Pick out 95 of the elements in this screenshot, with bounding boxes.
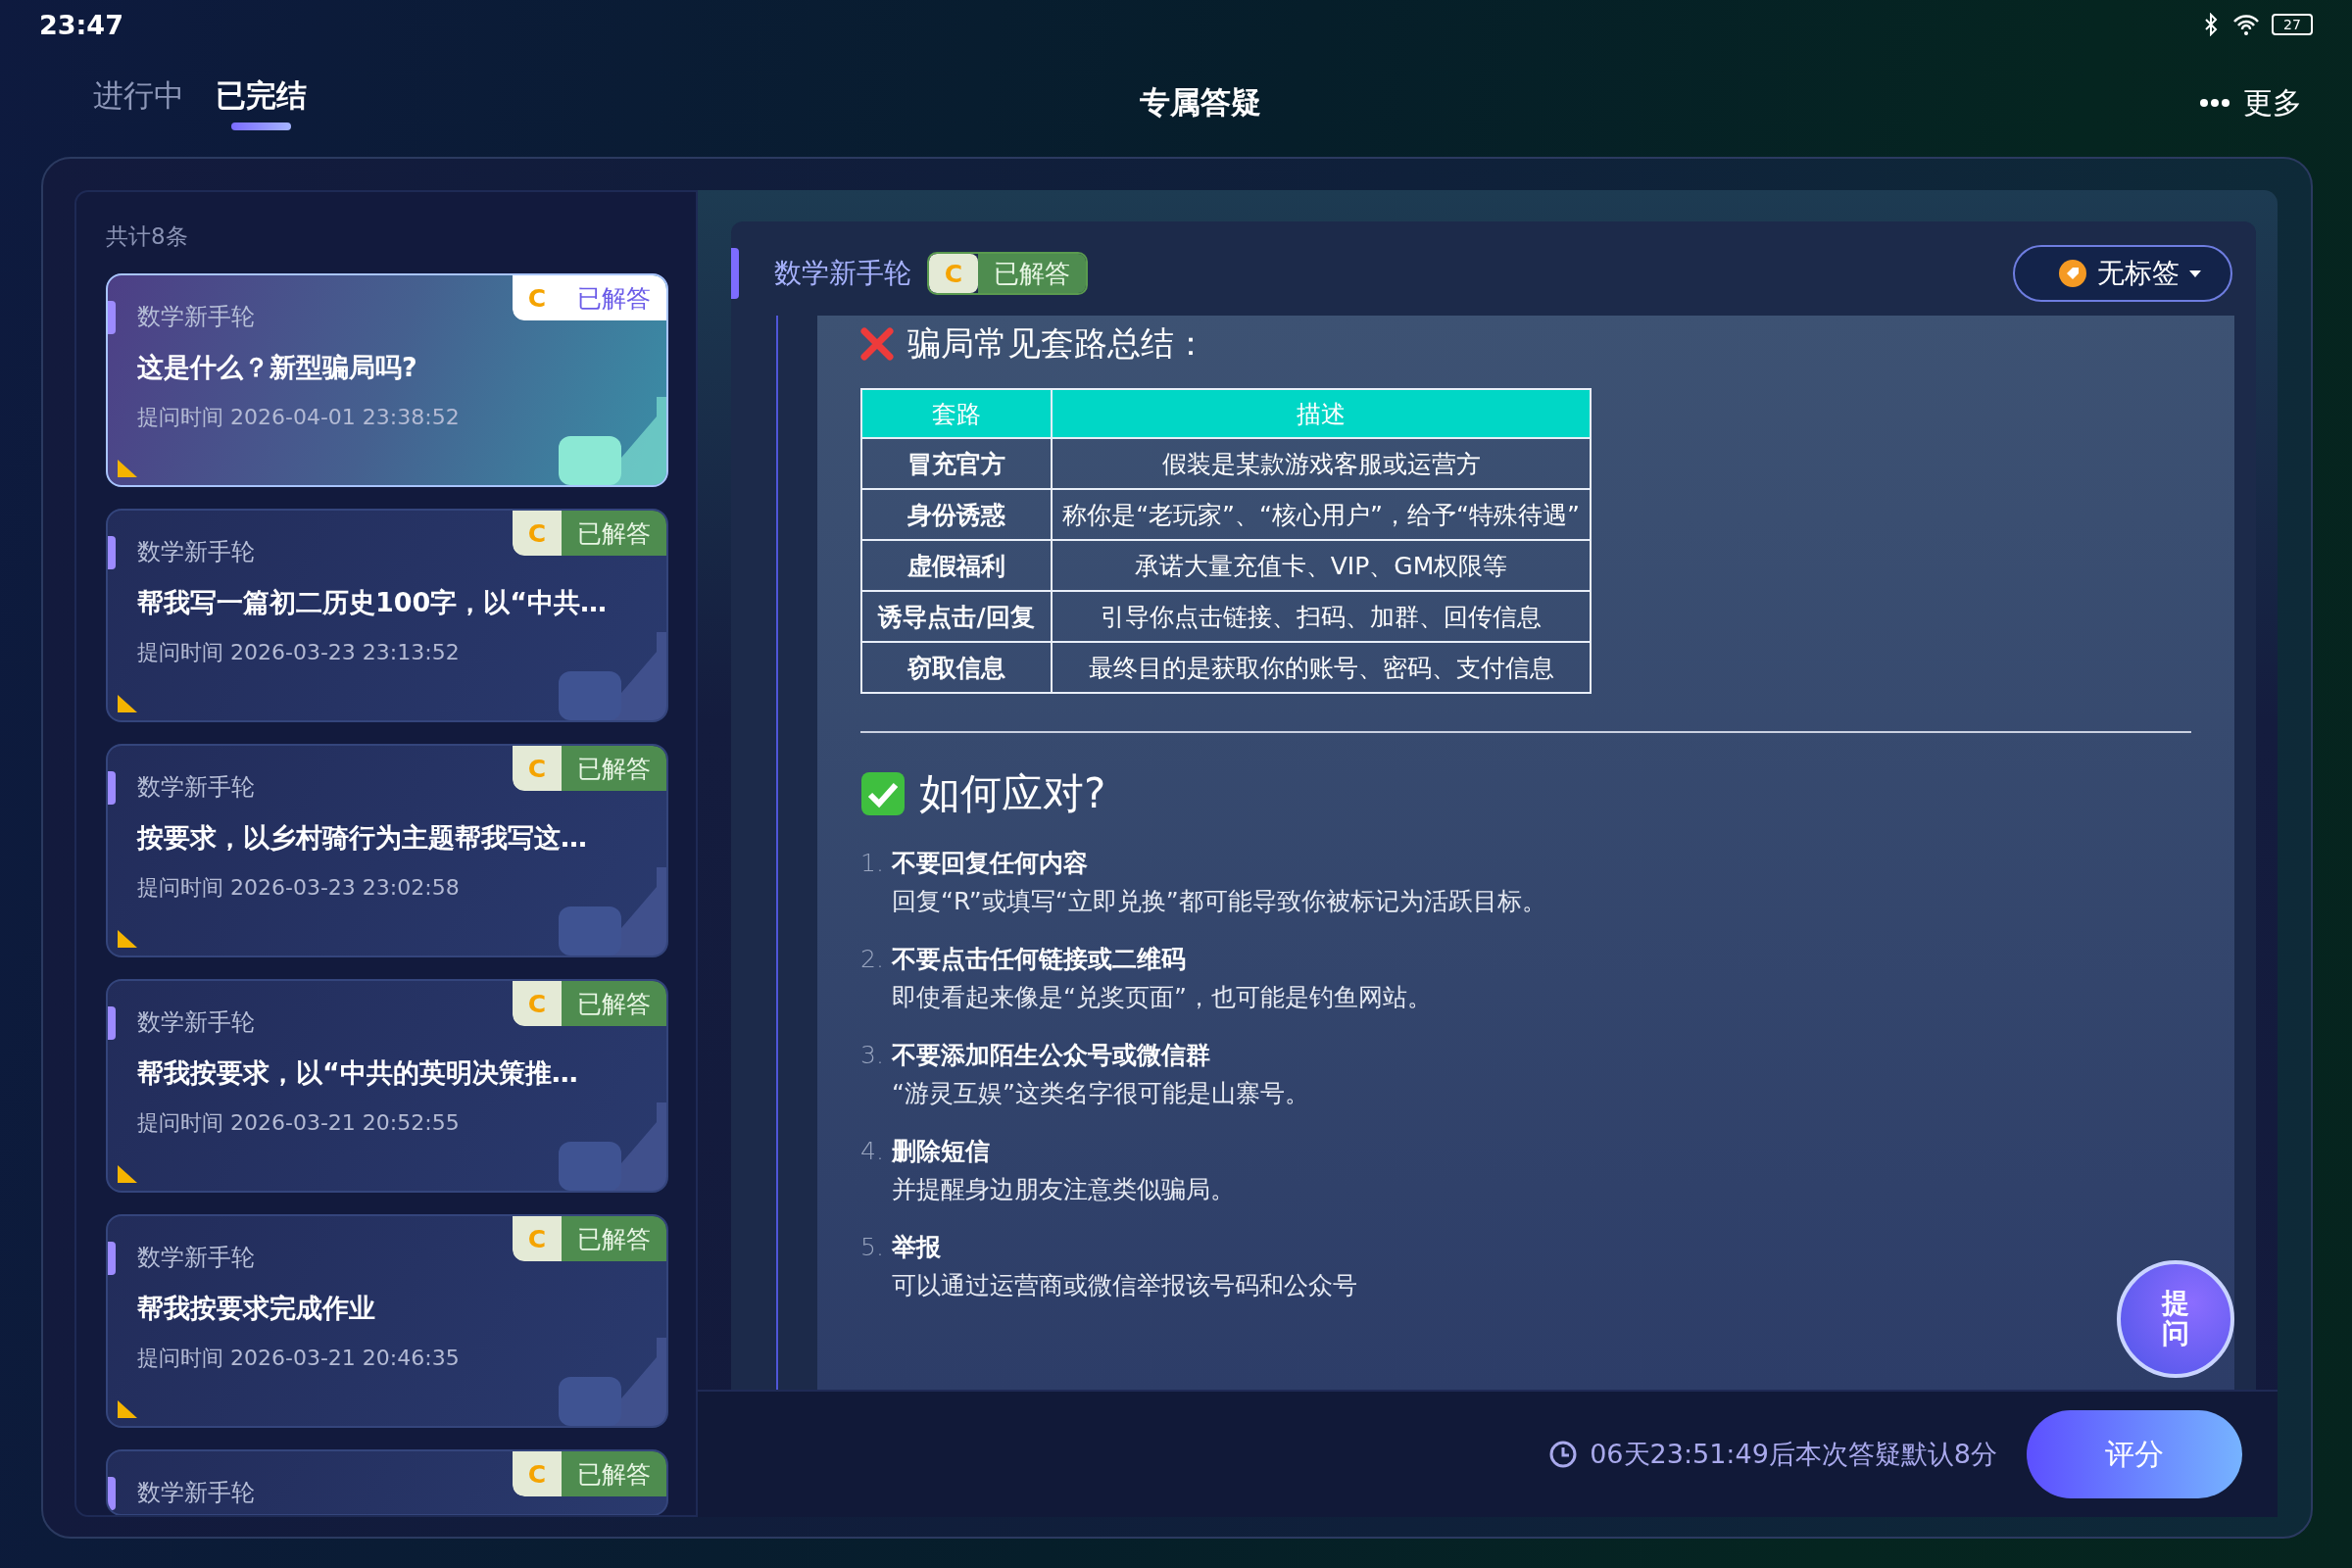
question-title: 这是什么？新型骗局吗?: [137, 351, 418, 384]
countdown-text: 06天23:51:49后本次答疑默认8分: [1590, 1438, 1997, 1471]
question-time: 提问时间 2026-03-23 23:02:58: [137, 874, 461, 902]
more-button[interactable]: 更多: [2194, 81, 2308, 124]
accent-bar: [108, 771, 116, 805]
battery-icon: 27: [2272, 14, 2313, 35]
table-cell: 窃取信息: [861, 642, 1052, 693]
grade-badge: C: [513, 1216, 562, 1261]
status-time: 23:47: [39, 9, 123, 40]
question-time: 提问时间 2026-04-01 23:38:52: [137, 404, 461, 431]
category-label: 数学新手轮: [774, 256, 911, 291]
step-title: 举报: [892, 1232, 941, 1263]
question-time: 提问时间 2026-03-21 20:46:35: [137, 1345, 461, 1372]
step-title: 不要添加陌生公众号或微信群: [892, 1040, 1210, 1071]
accent-bar: [108, 1006, 116, 1040]
category-label: 数学新手轮: [137, 537, 256, 567]
accent-bar: [731, 248, 739, 299]
corner-icon: [118, 460, 137, 477]
question-time: 提问时间 2026-03-23 23:13:52: [137, 639, 461, 666]
corner-icon: [118, 930, 137, 948]
question-title: 按要求，以乡村骑行为主题帮我写这…: [137, 821, 588, 855]
table-cell: 引导你点击链接、扫码、加群、回传信息: [1052, 591, 1591, 642]
table-cell: 称你是“老玩家”、“核心用户”，给予“特殊待遇”: [1052, 489, 1591, 540]
grade-badge: C: [513, 275, 562, 320]
page-title: 专属答疑: [1140, 83, 1261, 122]
more-icon: [2200, 98, 2230, 108]
question-time: 提问时间 2026-03-21 20:52:55: [137, 1109, 461, 1137]
table-cell: 假装是某款游戏客服或运营方: [1052, 438, 1591, 489]
table-cell: 虚假福利: [861, 540, 1052, 591]
question-card[interactable]: 数学新手轮 按要求，以乡村骑行为主题帮我写这… 提问时间 2026-03-23 23:02:58 C 已解答: [106, 744, 668, 957]
corner-icon: [118, 1400, 137, 1418]
category-label: 数学新手轮: [137, 302, 256, 332]
accent-bar: [108, 301, 116, 334]
tag-dropdown[interactable]: 无标签: [2013, 245, 2232, 302]
step-number: 3.: [860, 1041, 880, 1069]
status-badge: 已解答: [562, 1451, 666, 1496]
question-card[interactable]: 数学新手轮 这是什么？新型骗局吗? 提问时间 2026-04-01 23:38:52 C 已解答: [106, 273, 668, 487]
step-text: 即使看起来像是“兑奖页面”，也可能是钓鱼网站。: [891, 982, 1433, 1013]
grade-badge: C: [513, 511, 562, 556]
status-badge: 已解答: [978, 254, 1086, 293]
grade-badge: C: [513, 1451, 562, 1496]
question-title: 帮我写一篇初二历史100字，以“中共…: [137, 586, 609, 619]
question-card[interactable]: 数学新手轮 C 已解答: [106, 1449, 668, 1515]
category-label: 数学新手轮: [137, 772, 256, 803]
cross-icon: [860, 327, 894, 361]
status-badge: 已解答: [562, 746, 666, 791]
step-number: 1.: [860, 849, 880, 877]
accent-bar: [108, 1242, 116, 1275]
category-label: 数学新手轮: [137, 1007, 256, 1038]
tab[interactable]: 已完结: [216, 75, 307, 130]
accent-bar: [108, 536, 116, 569]
question-card[interactable]: 数学新手轮 帮我写一篇初二历史100字，以“中共… 提问时间 2026-03-23 23:13:52 C 已解答: [106, 509, 668, 722]
grade-badge: C: [929, 254, 978, 293]
caret-icon: [2189, 270, 2201, 277]
tab[interactable]: 进行中: [93, 75, 184, 130]
question-card[interactable]: 数学新手轮 帮我按要求，以“中共的英明决策推… 提问时间 2026-03-21 20:52:55 C 已解答: [106, 979, 668, 1193]
step-number: 5.: [860, 1233, 880, 1261]
grade-badge: C: [513, 746, 562, 791]
wifi-icon: [2232, 13, 2260, 36]
column-header: 描述: [1052, 389, 1591, 438]
total-count: 共计8条: [106, 222, 189, 251]
corner-icon: [118, 1165, 137, 1183]
table-cell: 承诺大量充值卡、VIP、GM权限等: [1052, 540, 1591, 591]
section-heading: 如何应对?: [919, 768, 1106, 819]
status-badge: 已解答: [562, 1216, 666, 1261]
accent-bar: [108, 1477, 116, 1510]
table-cell: 身份诱惑: [861, 489, 1052, 540]
question-title: 帮我按要求，以“中共的英明决策推…: [137, 1056, 579, 1090]
column-header: 套路: [861, 389, 1052, 438]
category-label: 数学新手轮: [137, 1478, 256, 1508]
status-badge: 已解答: [562, 511, 666, 556]
step-text: 回复“R”或填写“立即兑换”都可能导致你被标记为活跃目标。: [891, 886, 1547, 917]
table-cell: 冒充官方: [861, 438, 1052, 489]
table-cell: 最终目的是获取你的账号、密码、支付信息: [1052, 642, 1591, 693]
rate-button[interactable]: 评分: [2027, 1410, 2242, 1498]
step-text: “游灵互娱”这类名字很可能是山寨号。: [891, 1078, 1310, 1109]
category-label: 数学新手轮: [137, 1243, 256, 1273]
section-heading: 骗局常见套路总结：: [907, 322, 1207, 365]
table-cell: 诱导点击/回复: [861, 591, 1052, 642]
step-text: 可以通过运营商或微信举报该号码和公众号: [891, 1270, 1358, 1301]
step-number: 4.: [860, 1137, 880, 1165]
clock-icon: [1548, 1440, 1579, 1469]
grade-badge: C: [513, 981, 562, 1026]
step-title: 不要回复任何内容: [892, 848, 1088, 879]
status-badge: 已解答: [562, 981, 666, 1026]
step-title: 不要点击任何链接或二维码: [892, 944, 1186, 975]
step-text: 并提醒身边朋友注意类似骗局。: [891, 1174, 1236, 1205]
question-card[interactable]: 数学新手轮 帮我按要求完成作业 提问时间 2026-03-21 20:46:35 C 已解答: [106, 1214, 668, 1428]
tag-icon: [2058, 259, 2087, 288]
corner-icon: [118, 695, 137, 712]
check-icon: [860, 771, 906, 816]
step-title: 删除短信: [892, 1136, 990, 1167]
status-badge: 已解答: [562, 275, 666, 320]
step-number: 2.: [860, 945, 880, 973]
question-title: 帮我按要求完成作业: [137, 1292, 376, 1325]
